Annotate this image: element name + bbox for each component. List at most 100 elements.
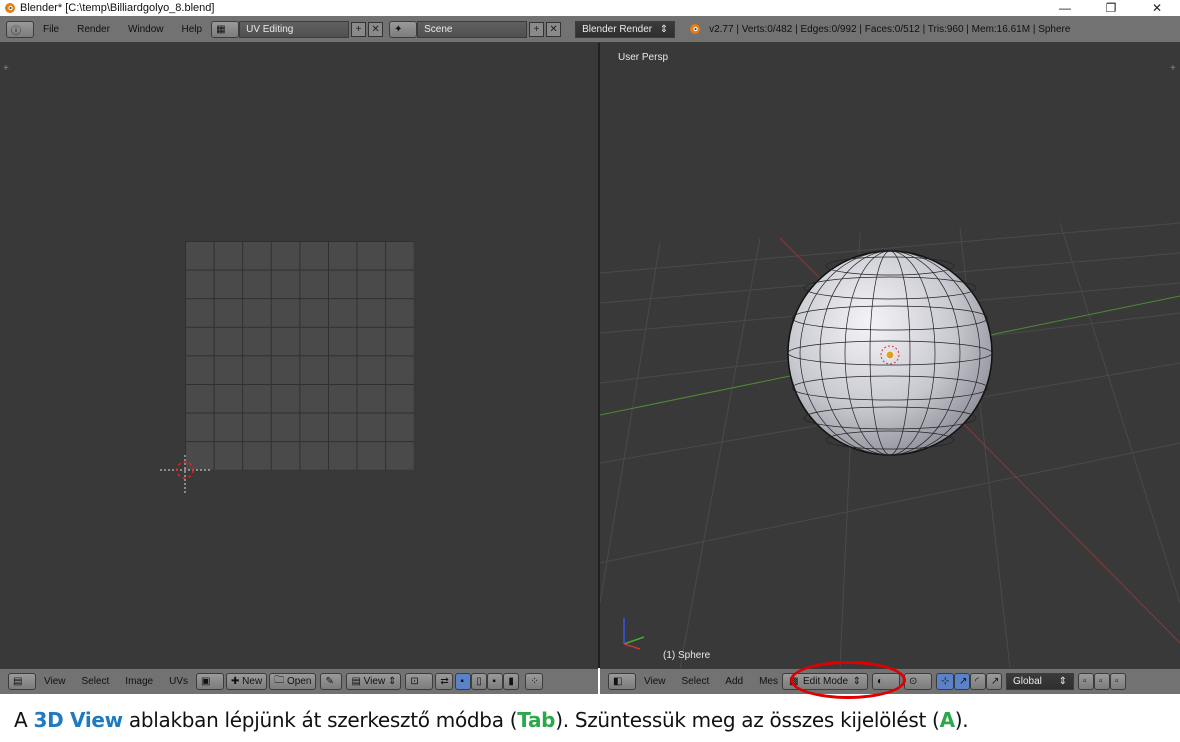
render-engine-label: Blender Render <box>582 23 653 35</box>
layer-button[interactable]: ▫ <box>1110 673 1126 690</box>
caption-keyword-3d-view: 3D View <box>33 708 123 732</box>
menu-select[interactable]: Select <box>82 676 110 687</box>
uv-editor-header: ▤ View Select Image UVs ▣ ✚ New 🗀 Open ✎… <box>0 668 598 694</box>
new-image-button[interactable]: ✚ New <box>226 673 268 690</box>
open-image-button[interactable]: 🗀 Open <box>269 673 317 690</box>
menu-select[interactable]: Select <box>682 676 710 687</box>
menu-mesh[interactable]: Mes <box>759 676 778 687</box>
updown-arrow-icon: ⇕ <box>385 676 397 687</box>
menu-render[interactable]: Render <box>77 24 110 35</box>
island-select-mode-button[interactable]: ▮ <box>503 673 520 690</box>
image-browse-button[interactable]: ▣ <box>196 673 224 690</box>
add-scene-icon[interactable]: + <box>529 21 545 37</box>
vertex-select-mode-button[interactable]: ▪ <box>455 673 472 690</box>
plus-icon: ✚ <box>231 676 243 687</box>
updown-arrow-icon: ⇕ <box>1058 676 1067 687</box>
transform-orientation-select[interactable]: Global ⇕ <box>1006 673 1074 690</box>
updown-arrow-icon: ⇕ <box>659 23 669 35</box>
menu-uvs[interactable]: UVs <box>169 676 188 687</box>
uv-image-editor[interactable]: + <box>0 43 598 668</box>
menu-help[interactable]: Help <box>182 24 203 35</box>
caption-keyword-a: A <box>939 708 955 732</box>
layer-button[interactable]: ▫ <box>1094 673 1110 690</box>
manipulator-toggle[interactable]: ⊹ <box>936 673 954 690</box>
edge-select-mode-button[interactable]: ▯ <box>471 673 488 690</box>
uv-image-grid <box>185 241 414 470</box>
rotate-icon: ◜ <box>975 676 979 687</box>
new-image-label: New <box>242 676 263 687</box>
scene-stats: v2.77 | Verts:0/482 | Edges:0/992 | Face… <box>709 23 1071 35</box>
3d-view-icon: ◧ <box>613 676 623 687</box>
rotate-manipulator-button[interactable]: ◜ <box>970 673 986 690</box>
caption-text: ablakban lépjünk át szerkesztő módba ( <box>122 708 518 732</box>
remove-scene-icon[interactable]: ✕ <box>546 21 562 37</box>
scene-browse-button[interactable]: ✦ <box>389 20 418 38</box>
restore-button[interactable]: ❐ <box>1088 1 1134 15</box>
face-mode-icon: ▪ <box>492 676 496 687</box>
open-image-label: Open <box>286 676 312 687</box>
caption-text: A <box>14 708 34 732</box>
menu-window[interactable]: Window <box>128 24 164 35</box>
edge-mode-icon: ▯ <box>476 676 482 687</box>
close-button[interactable]: ✕ <box>1134 1 1180 15</box>
island-mode-icon: ▮ <box>508 676 514 687</box>
pivot-icon: ⊡ <box>410 676 419 687</box>
image-icon: ▣ <box>201 676 211 687</box>
layer-button[interactable]: ▫ <box>1078 673 1094 690</box>
scene-icon: ✦ <box>394 23 403 35</box>
view-mode-label: View <box>363 676 386 687</box>
viewport-grid <box>600 222 1180 668</box>
edit-mode-highlight-ellipse <box>790 661 906 699</box>
editor-type-info-button[interactable]: ⓘ <box>6 20 34 38</box>
transform-orientation-label: Global <box>1013 676 1042 687</box>
pivot-icon: ⊙ <box>909 676 918 687</box>
pin-button[interactable]: ✎ <box>320 673 343 690</box>
menu-file[interactable]: File <box>43 24 59 35</box>
scale-icon: ↗ <box>991 676 1000 687</box>
2d-cursor-icon[interactable] <box>160 455 212 495</box>
pivot-point-select[interactable]: ⊙ <box>904 673 932 690</box>
window-titlebar: Blender* [C:\temp\Billiardgolyo_8.blend]… <box>0 0 1180 16</box>
translate-icon: ↗ <box>959 676 968 687</box>
vertex-mode-icon: ▪ <box>460 676 464 687</box>
folder-icon: 🗀 <box>274 675 287 686</box>
add-layout-icon[interactable]: + <box>351 21 367 37</box>
caption-keyword-tab: Tab <box>517 708 556 732</box>
editor-type-button[interactable]: ◧ <box>608 673 636 690</box>
view-mode-icon: ▤ <box>351 676 364 687</box>
render-engine-select[interactable]: Blender Render ⇕ <box>575 20 676 38</box>
scene-field[interactable]: Scene <box>417 20 528 38</box>
screen-layout-browse-button[interactable]: ▦ <box>211 20 240 38</box>
sticky-select-button[interactable]: ⁘ <box>525 673 544 690</box>
sticky-icon: ⁘ <box>530 676 539 687</box>
image-editor-icon: ▤ <box>13 676 23 687</box>
3d-viewport[interactable]: + + + User Persp (1) Sphere <box>600 43 1180 668</box>
minimize-button[interactable]: — <box>1042 1 1088 15</box>
face-select-mode-button[interactable]: ▪ <box>487 673 504 690</box>
editor-type-button[interactable]: ▤ <box>8 673 36 690</box>
view-perspective-label: User Persp <box>618 52 669 63</box>
vertex-mode-icon: ▫ <box>1083 676 1087 687</box>
view-mode-select[interactable]: ▤ View ⇕ <box>346 673 402 690</box>
pivot-select[interactable]: ⊡ <box>405 673 434 690</box>
menu-image[interactable]: Image <box>125 676 153 687</box>
scale-manipulator-button[interactable]: ↗ <box>986 673 1002 690</box>
blender-logo-icon <box>690 24 701 34</box>
sync-selection-button[interactable]: ⇄ <box>435 673 454 690</box>
area-split-icon[interactable]: + <box>3 63 9 74</box>
blender-logo-icon <box>5 3 15 13</box>
active-object-label: (1) Sphere <box>663 650 711 661</box>
edge-mode-icon: ▫ <box>1099 676 1103 687</box>
menu-view[interactable]: View <box>644 676 666 687</box>
caption-text: ). <box>954 708 969 732</box>
caption-text: ). Szüntessük meg az összes kijelölést ( <box>555 708 940 732</box>
menu-view[interactable]: View <box>44 676 66 687</box>
translate-manipulator-button[interactable]: ↗ <box>954 673 970 690</box>
pin-icon: ✎ <box>325 676 334 687</box>
screen-layout-field[interactable]: UV Editing <box>239 20 350 38</box>
area-split-icon[interactable]: + <box>1170 63 1176 74</box>
menu-add[interactable]: Add <box>725 676 743 687</box>
remove-layout-icon[interactable]: ✕ <box>368 21 384 37</box>
face-mode-icon: ▫ <box>1115 676 1119 687</box>
manipulator-icon: ⊹ <box>941 676 950 687</box>
